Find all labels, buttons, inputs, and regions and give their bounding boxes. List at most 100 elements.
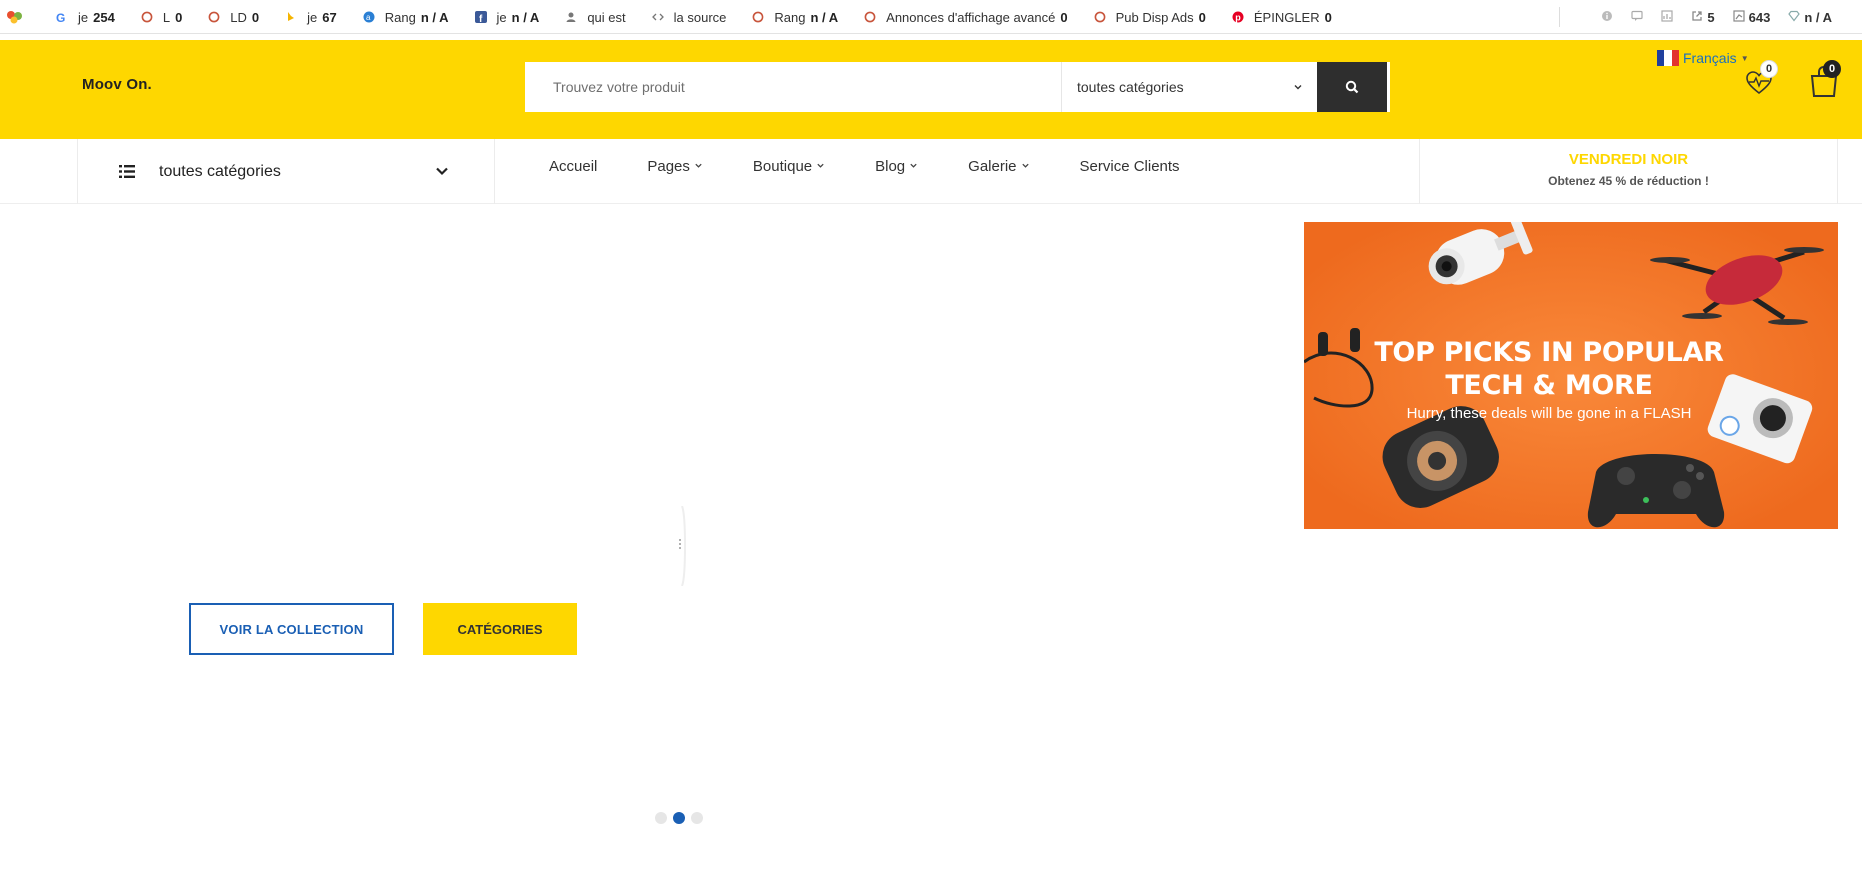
nav-item-label: Accueil bbox=[549, 158, 598, 175]
site-header: Moov On. toutes catégories Français ▼ 0 … bbox=[0, 40, 1862, 139]
seo-metric-item[interactable]: p ÉPINGLER 0 bbox=[1232, 10, 1332, 25]
seo-metric-label: Annonces d'affichage avancé bbox=[886, 9, 1056, 25]
seo-right-item[interactable] bbox=[1631, 10, 1643, 25]
hero-slider: VOIR LA COLLECTION CATÉGORIES TOP PICKS … bbox=[0, 204, 1862, 874]
seo-metric-value: n / A bbox=[511, 9, 540, 25]
all-categories-label: toutes catégories bbox=[159, 162, 281, 180]
seo-metric-value: 0 bbox=[1060, 9, 1068, 25]
promo-banner[interactable]: TOP PICKS IN POPULAR TECH & MORE Hurry, … bbox=[1304, 222, 1838, 529]
view-collection-button[interactable]: VOIR LA COLLECTION bbox=[189, 603, 394, 655]
slider-dot[interactable] bbox=[655, 812, 667, 824]
seo-right-item[interactable] bbox=[1601, 10, 1613, 25]
seo-metric-label: Rang bbox=[384, 9, 416, 25]
seo-metric-value: 254 bbox=[93, 9, 115, 25]
circle-icon bbox=[1094, 11, 1106, 23]
chevron-down-icon bbox=[1294, 85, 1302, 90]
seo-metric-label: je bbox=[496, 9, 507, 25]
chevron-down-icon[interactable] bbox=[434, 163, 450, 179]
caret-down-icon: ▼ bbox=[1740, 53, 1749, 63]
facebook-icon: f bbox=[474, 11, 487, 25]
seo-metric-label: LD bbox=[230, 9, 247, 25]
nav-item-pages[interactable]: Pages bbox=[647, 158, 703, 175]
banner-title-line-2: TECH & MORE bbox=[1445, 370, 1653, 401]
seo-metric-label: Pub Disp Ads bbox=[1115, 9, 1194, 25]
info-icon bbox=[1601, 10, 1613, 25]
user-icon bbox=[565, 11, 577, 23]
seo-metric-item[interactable]: Rang n / A bbox=[752, 10, 838, 25]
seo-metric-label: Rang bbox=[774, 9, 806, 25]
categories-button[interactable]: CATÉGORIES bbox=[423, 603, 577, 655]
nav-item-label: Boutique bbox=[752, 158, 813, 175]
seo-metric-label: ÉPINGLER bbox=[1253, 9, 1320, 25]
circle-icon bbox=[864, 11, 876, 23]
external-link-icon bbox=[1691, 10, 1703, 25]
seo-metric-value: 0 bbox=[1198, 9, 1206, 25]
seo-metric-item[interactable]: qui est bbox=[565, 9, 626, 25]
banner-title: TOP PICKS IN POPULAR TECH & MORE bbox=[1304, 336, 1794, 402]
svg-text:G: G bbox=[56, 11, 65, 23]
nav-item-blog[interactable]: Blog bbox=[875, 158, 918, 175]
bing-icon bbox=[285, 11, 297, 23]
chevron-down-icon bbox=[1021, 161, 1030, 173]
drag-handle-icon[interactable] bbox=[676, 506, 688, 586]
nav-item-accueil[interactable]: Accueil bbox=[549, 158, 597, 175]
diamond-icon bbox=[1788, 10, 1801, 25]
seo-metric-item[interactable]: LD 0 bbox=[208, 10, 259, 25]
pinterest-icon: p bbox=[1232, 11, 1244, 23]
search-input[interactable] bbox=[525, 62, 1061, 112]
flag-fr-icon bbox=[1657, 50, 1679, 66]
chevron-down-icon bbox=[694, 161, 703, 173]
seo-metric-value: 0 bbox=[251, 9, 260, 25]
black-friday-promo[interactable]: VENDREDI NOIR Obtenez 45 % de réduction … bbox=[1420, 139, 1837, 204]
seo-metric-value: 0 bbox=[175, 9, 183, 25]
seo-metric-item[interactable]: Pub Disp Ads 0 bbox=[1094, 10, 1206, 25]
seo-metric-value: 0 bbox=[1324, 9, 1332, 25]
nav-item-label: Galerie bbox=[968, 158, 1017, 175]
seo-right-value: 643 bbox=[1748, 9, 1771, 25]
seo-right-metrics: 5 643 n / A bbox=[1601, 0, 1832, 34]
svg-text:p: p bbox=[1235, 13, 1241, 23]
seo-right-item[interactable]: 643 bbox=[1733, 9, 1771, 25]
nav-item-service-clients[interactable]: Service Clients bbox=[1080, 158, 1180, 175]
seo-metrics: Gje 254 L 0 LD 0 je 67 a Rang n / Af je n / Aqui est… bbox=[56, 0, 1358, 34]
circle-icon bbox=[141, 11, 153, 23]
all-categories-toggle[interactable]: toutes catégories bbox=[119, 139, 281, 204]
site-logo[interactable]: Moov On. bbox=[82, 76, 152, 93]
seo-metric-item[interactable]: la source bbox=[651, 9, 727, 25]
search-category-label: toutes catégories bbox=[1077, 79, 1184, 95]
seo-metric-item[interactable]: Gje 254 bbox=[56, 9, 115, 26]
bar-chart-icon bbox=[1733, 9, 1745, 25]
seo-metric-item[interactable]: L0 bbox=[141, 10, 182, 25]
seo-metric-item[interactable]: je 67 bbox=[285, 10, 337, 25]
nav-item-boutique[interactable]: Boutique bbox=[753, 158, 825, 175]
seo-right-item[interactable] bbox=[1661, 9, 1673, 25]
promo-text: Obtenez 45 % de réduction ! bbox=[1548, 174, 1709, 188]
seo-metric-item[interactable]: Annonces d'affichage avancé 0 bbox=[864, 9, 1068, 25]
search-button[interactable] bbox=[1317, 62, 1387, 112]
seo-right-item[interactable]: 5 bbox=[1691, 9, 1715, 25]
seo-metric-label: qui est bbox=[587, 9, 626, 25]
seo-toolbar: Gje 254 L 0 LD 0 je 67 a Rang n / Af je n / Aqui est… bbox=[0, 0, 1862, 34]
nav-item-label: Service Clients bbox=[1079, 158, 1180, 175]
seo-metric-label: L bbox=[162, 9, 171, 25]
nav-item-label: Blog bbox=[875, 158, 906, 175]
primary-menu: Accueil Pages Boutique Blog Galerie Service C… bbox=[549, 139, 1230, 194]
slider-pagination bbox=[655, 812, 703, 824]
search-category-select[interactable]: toutes catégories bbox=[1061, 62, 1317, 112]
seo-metric-item[interactable]: a Rang n / A bbox=[363, 10, 449, 25]
cart-count-badge: 0 bbox=[1823, 60, 1841, 78]
seo-metric-label: je bbox=[78, 9, 89, 25]
chevron-down-icon bbox=[909, 161, 918, 173]
language-selector[interactable]: Français ▼ bbox=[1657, 50, 1749, 66]
seoquake-logo-icon[interactable] bbox=[6, 9, 24, 25]
seo-metric-item[interactable]: f je n / A bbox=[474, 9, 540, 25]
seo-metric-label: la source bbox=[673, 9, 727, 25]
slider-dot[interactable] bbox=[673, 812, 685, 824]
toolbar-divider bbox=[1559, 7, 1560, 27]
slider-dot[interactable] bbox=[691, 812, 703, 824]
nav-item-galerie[interactable]: Galerie bbox=[968, 158, 1029, 175]
seo-right-item[interactable]: n / A bbox=[1788, 10, 1832, 25]
nav-divider bbox=[494, 139, 495, 204]
svg-text:a: a bbox=[366, 13, 371, 22]
seo-right-value: 5 bbox=[1707, 9, 1715, 25]
